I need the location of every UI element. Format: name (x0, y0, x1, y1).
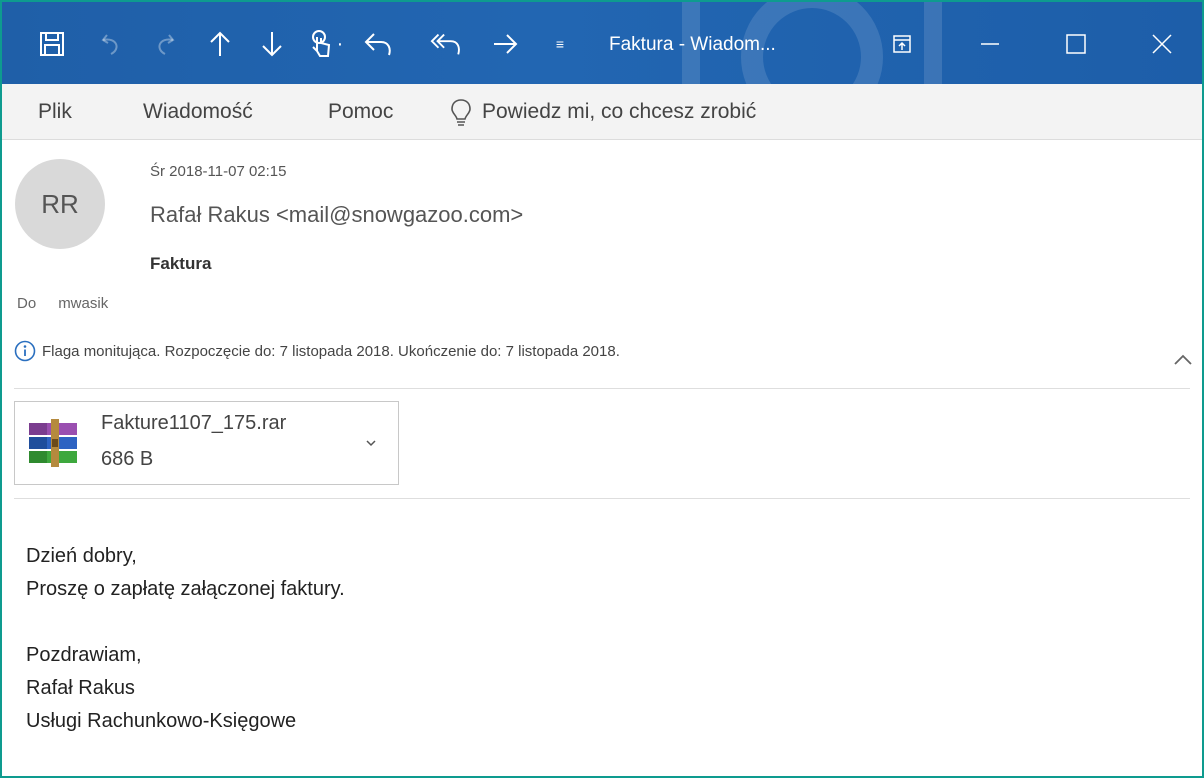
flag-info-bar: Flaga monitująca. Rozpoczęcie do: 7 list… (14, 338, 620, 364)
message-subject: Faktura (150, 254, 212, 273)
attachment-dropdown-icon[interactable] (365, 438, 377, 448)
winrar-archive-icon (29, 419, 77, 467)
flag-info-text: Flaga monitująca. Rozpoczęcie do: 7 list… (42, 342, 620, 360)
touch-mode-dropdown-icon[interactable]: · (332, 28, 348, 60)
body-signature-name: Rafał Rakus (26, 677, 135, 699)
outlook-message-window: · ≡ Faktura - Wiadom... Plik Wiadomość P… (0, 0, 1204, 778)
undo-icon[interactable] (96, 28, 128, 60)
message-date: Śr 2018-11-07 02:15 (150, 163, 287, 180)
tell-me-label: Powiedz mi, co chcesz zrobić (482, 100, 757, 123)
reply-all-icon[interactable] (430, 28, 462, 60)
info-icon (14, 340, 36, 362)
sender-avatar: RR (15, 159, 105, 249)
save-icon[interactable] (36, 28, 68, 60)
close-icon[interactable] (1142, 26, 1182, 62)
forward-icon[interactable] (490, 28, 522, 60)
menu-file[interactable]: Plik (38, 98, 72, 126)
message-body: Dzień dobry, Proszę o zapłatę załączonej… (26, 540, 345, 738)
menu-bar: Plik Wiadomość Pomoc Powiedz mi, co chce… (2, 84, 1202, 140)
attachment-divider (14, 498, 1190, 499)
to-label: Do (17, 295, 37, 312)
to-recipient[interactable]: mwasik (58, 295, 108, 312)
title-bar: · ≡ Faktura - Wiadom... (2, 2, 1202, 84)
attachment-name: Fakture1107_175.rar (101, 412, 287, 434)
body-request: Proszę o zapłatę załączonej faktury. (26, 578, 345, 600)
collapse-header-icon[interactable] (1172, 350, 1194, 368)
redo-icon[interactable] (148, 28, 180, 60)
reply-icon[interactable] (362, 28, 394, 60)
lightbulb-icon (451, 99, 471, 126)
previous-item-icon[interactable] (204, 28, 236, 60)
ribbon-display-options-icon[interactable] (882, 26, 922, 62)
to-row: Do mwasik (17, 295, 108, 312)
minimize-icon[interactable] (970, 26, 1010, 62)
window-title: Faktura - Wiadom... (609, 34, 776, 55)
body-greeting: Dzień dobry, (26, 545, 137, 567)
attachment-size: 686 B (101, 448, 154, 470)
menu-message[interactable]: Wiadomość (143, 98, 253, 126)
maximize-icon[interactable] (1056, 26, 1096, 62)
menu-help[interactable]: Pomoc (328, 98, 393, 126)
customize-dropdown-icon[interactable]: ≡ (550, 28, 570, 60)
header-divider (14, 388, 1190, 389)
body-closing: Pozdrawiam, (26, 644, 142, 666)
next-item-icon[interactable] (256, 28, 288, 60)
attachment-card[interactable]: Fakture1107_175.rar 686 B (14, 401, 399, 485)
tell-me-search[interactable]: Powiedz mi, co chcesz zrobić (450, 96, 756, 128)
body-signature-company: Usługi Rachunkowo-Księgowe (26, 710, 297, 732)
sender-address[interactable]: Rafał Rakus <mail@snowgazoo.com> (150, 202, 523, 228)
